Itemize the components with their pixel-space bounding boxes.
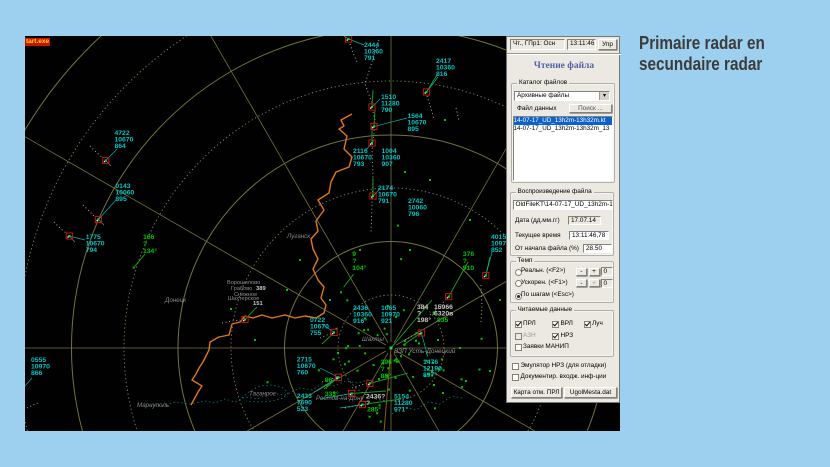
svg-text:816: 816: [436, 71, 448, 78]
svg-text:791: 791: [364, 55, 376, 62]
svg-text:791: 791: [378, 198, 390, 205]
svg-text:198°: 198°: [417, 316, 431, 324]
svg-text:895: 895: [115, 196, 127, 203]
svg-text:ВЗП Усть-Донецкий: ВЗП Усть-Донецкий: [394, 347, 456, 355]
svg-text:523: 523: [297, 406, 309, 413]
svg-text:907: 907: [382, 161, 394, 168]
svg-text:866: 866: [31, 370, 43, 377]
svg-text:?: ?: [352, 258, 356, 265]
svg-text:389: 389: [256, 286, 266, 292]
svg-text:88°: 88°: [381, 372, 392, 380]
svg-text:755: 755: [310, 330, 322, 337]
svg-text:Донецк: Донецк: [164, 297, 187, 304]
svg-text:285°: 285°: [367, 406, 381, 414]
svg-text:790: 790: [381, 107, 393, 114]
svg-text:?: ?: [325, 384, 329, 391]
svg-text:760: 760: [297, 370, 309, 377]
svg-text:9: 9: [352, 251, 356, 258]
svg-text:151: 151: [253, 301, 263, 307]
svg-text:134°: 134°: [143, 247, 157, 255]
svg-text:Таганрог: Таганрог: [249, 391, 276, 398]
svg-text:166: 166: [143, 234, 155, 241]
svg-text:86: 86: [325, 377, 333, 384]
svg-text:916°: 916°: [353, 317, 367, 325]
svg-text:794: 794: [86, 247, 98, 254]
svg-text:396: 396: [381, 359, 393, 366]
svg-text:895: 895: [408, 126, 420, 133]
svg-text:?: ?: [463, 258, 467, 265]
svg-text:Ростов-на-Дону: Ростов-на-Дону: [316, 395, 365, 402]
svg-text:971°: 971°: [394, 406, 408, 414]
svg-text:921: 921: [381, 318, 393, 325]
svg-text:897°: 897°: [423, 371, 437, 379]
svg-text:Шахты: Шахты: [362, 336, 384, 343]
svg-text:?: ?: [143, 241, 147, 248]
svg-text:376: 376: [463, 251, 475, 258]
svg-text:Луганск: Луганск: [286, 233, 311, 240]
svg-text:910: 910: [463, 265, 475, 272]
svg-text:864: 864: [115, 143, 127, 150]
svg-text:835: 835: [437, 317, 449, 324]
svg-text:793: 793: [353, 161, 365, 168]
svg-text:Мариуполь: Мариуполь: [137, 402, 169, 409]
svg-text:796: 796: [408, 211, 420, 218]
svg-text:?: ?: [381, 366, 385, 373]
svg-text:104°: 104°: [352, 264, 366, 272]
svg-text:852: 852: [491, 247, 503, 254]
